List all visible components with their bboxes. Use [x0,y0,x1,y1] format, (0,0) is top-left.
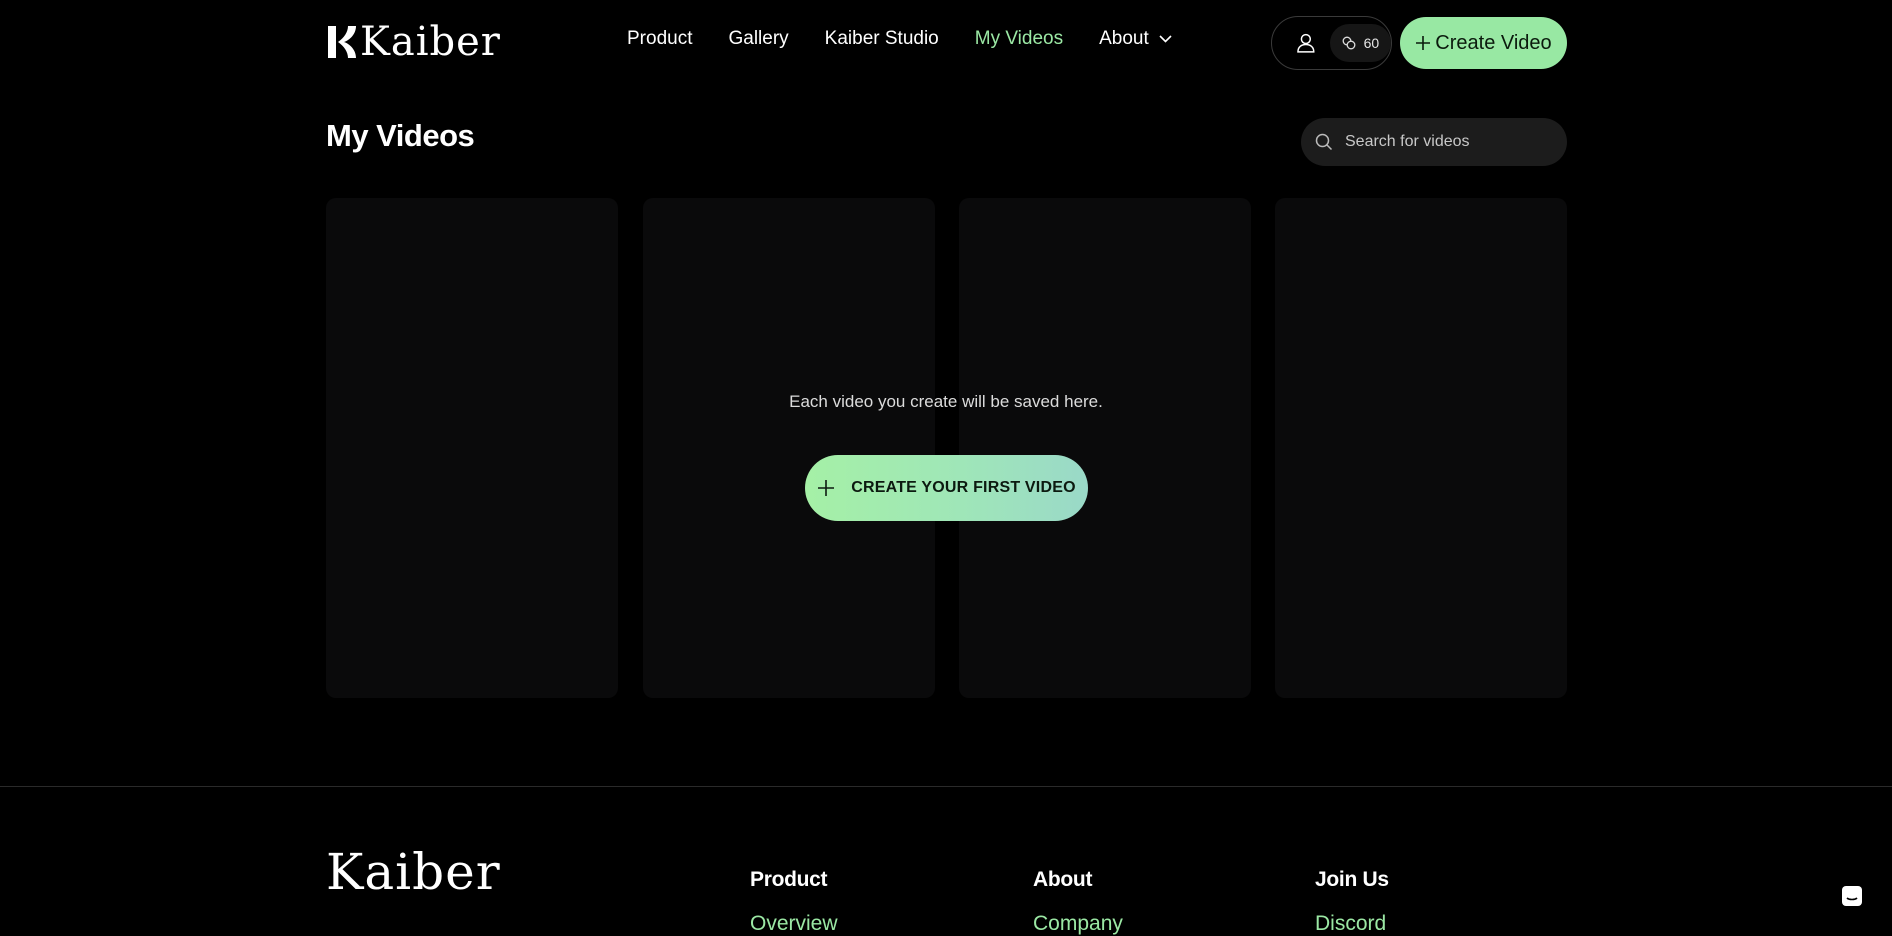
user-icon [1297,33,1315,53]
footer-logo[interactable]: Kaiber [326,846,501,898]
video-card-placeholder [1275,198,1567,698]
video-card-placeholder [959,198,1251,698]
create-first-video-button[interactable]: CREATE YOUR FIRST VIDEO [805,455,1088,521]
nav-about-label: About [1099,28,1149,49]
plus-icon [1416,36,1431,50]
account-menu[interactable]: 60 [1271,16,1392,70]
coins-icon [1342,36,1356,50]
footer-column-product: Product Overview [750,868,838,936]
logo-wordmark: Kaiber [360,19,501,65]
page-title: My Videos [326,118,475,153]
video-card-placeholder [643,198,935,698]
search-box[interactable] [1301,118,1567,166]
footer-column-title: Product [750,868,828,891]
top-header: Kaiber Product Gallery Kaiber Studio My … [0,0,1892,86]
kaiber-logo-icon [328,26,356,58]
search-icon [1315,133,1333,151]
credits-count: 60 [1363,35,1380,51]
video-card-placeholder [326,198,618,698]
footer-link-discord[interactable]: Discord [1315,912,1389,936]
footer-column-title: About [1033,868,1093,891]
search-input[interactable] [1345,133,1545,151]
nav-my-videos[interactable]: My Videos [975,28,1063,50]
create-video-label: Create Video [1435,31,1552,54]
chat-icon [1842,886,1862,906]
nav-gallery[interactable]: Gallery [728,28,788,50]
create-video-button[interactable]: Create Video [1400,17,1567,69]
footer-column-join-us: Join Us Discord [1315,868,1389,936]
plus-icon [818,480,835,496]
chat-widget-button[interactable] [1836,880,1868,912]
credits-badge[interactable]: 60 [1329,24,1391,62]
footer-column-title: Join Us [1315,868,1389,891]
create-first-video-label: CREATE YOUR FIRST VIDEO [851,479,1076,496]
nav-product[interactable]: Product [627,28,692,50]
main-nav: Product Gallery Kaiber Studio My Videos … [627,28,1208,50]
chevron-down-icon [1159,35,1172,43]
footer-column-about: About Company [1033,868,1123,936]
nav-about[interactable]: About [1099,28,1172,50]
footer-link-company[interactable]: Company [1033,912,1123,936]
kaiber-logo[interactable]: Kaiber [326,22,501,62]
empty-state-message: Each video you create will be saved here… [789,392,1103,411]
nav-kaiber-studio[interactable]: Kaiber Studio [825,28,939,50]
footer-link-overview[interactable]: Overview [750,912,838,936]
footer-divider [0,786,1892,787]
